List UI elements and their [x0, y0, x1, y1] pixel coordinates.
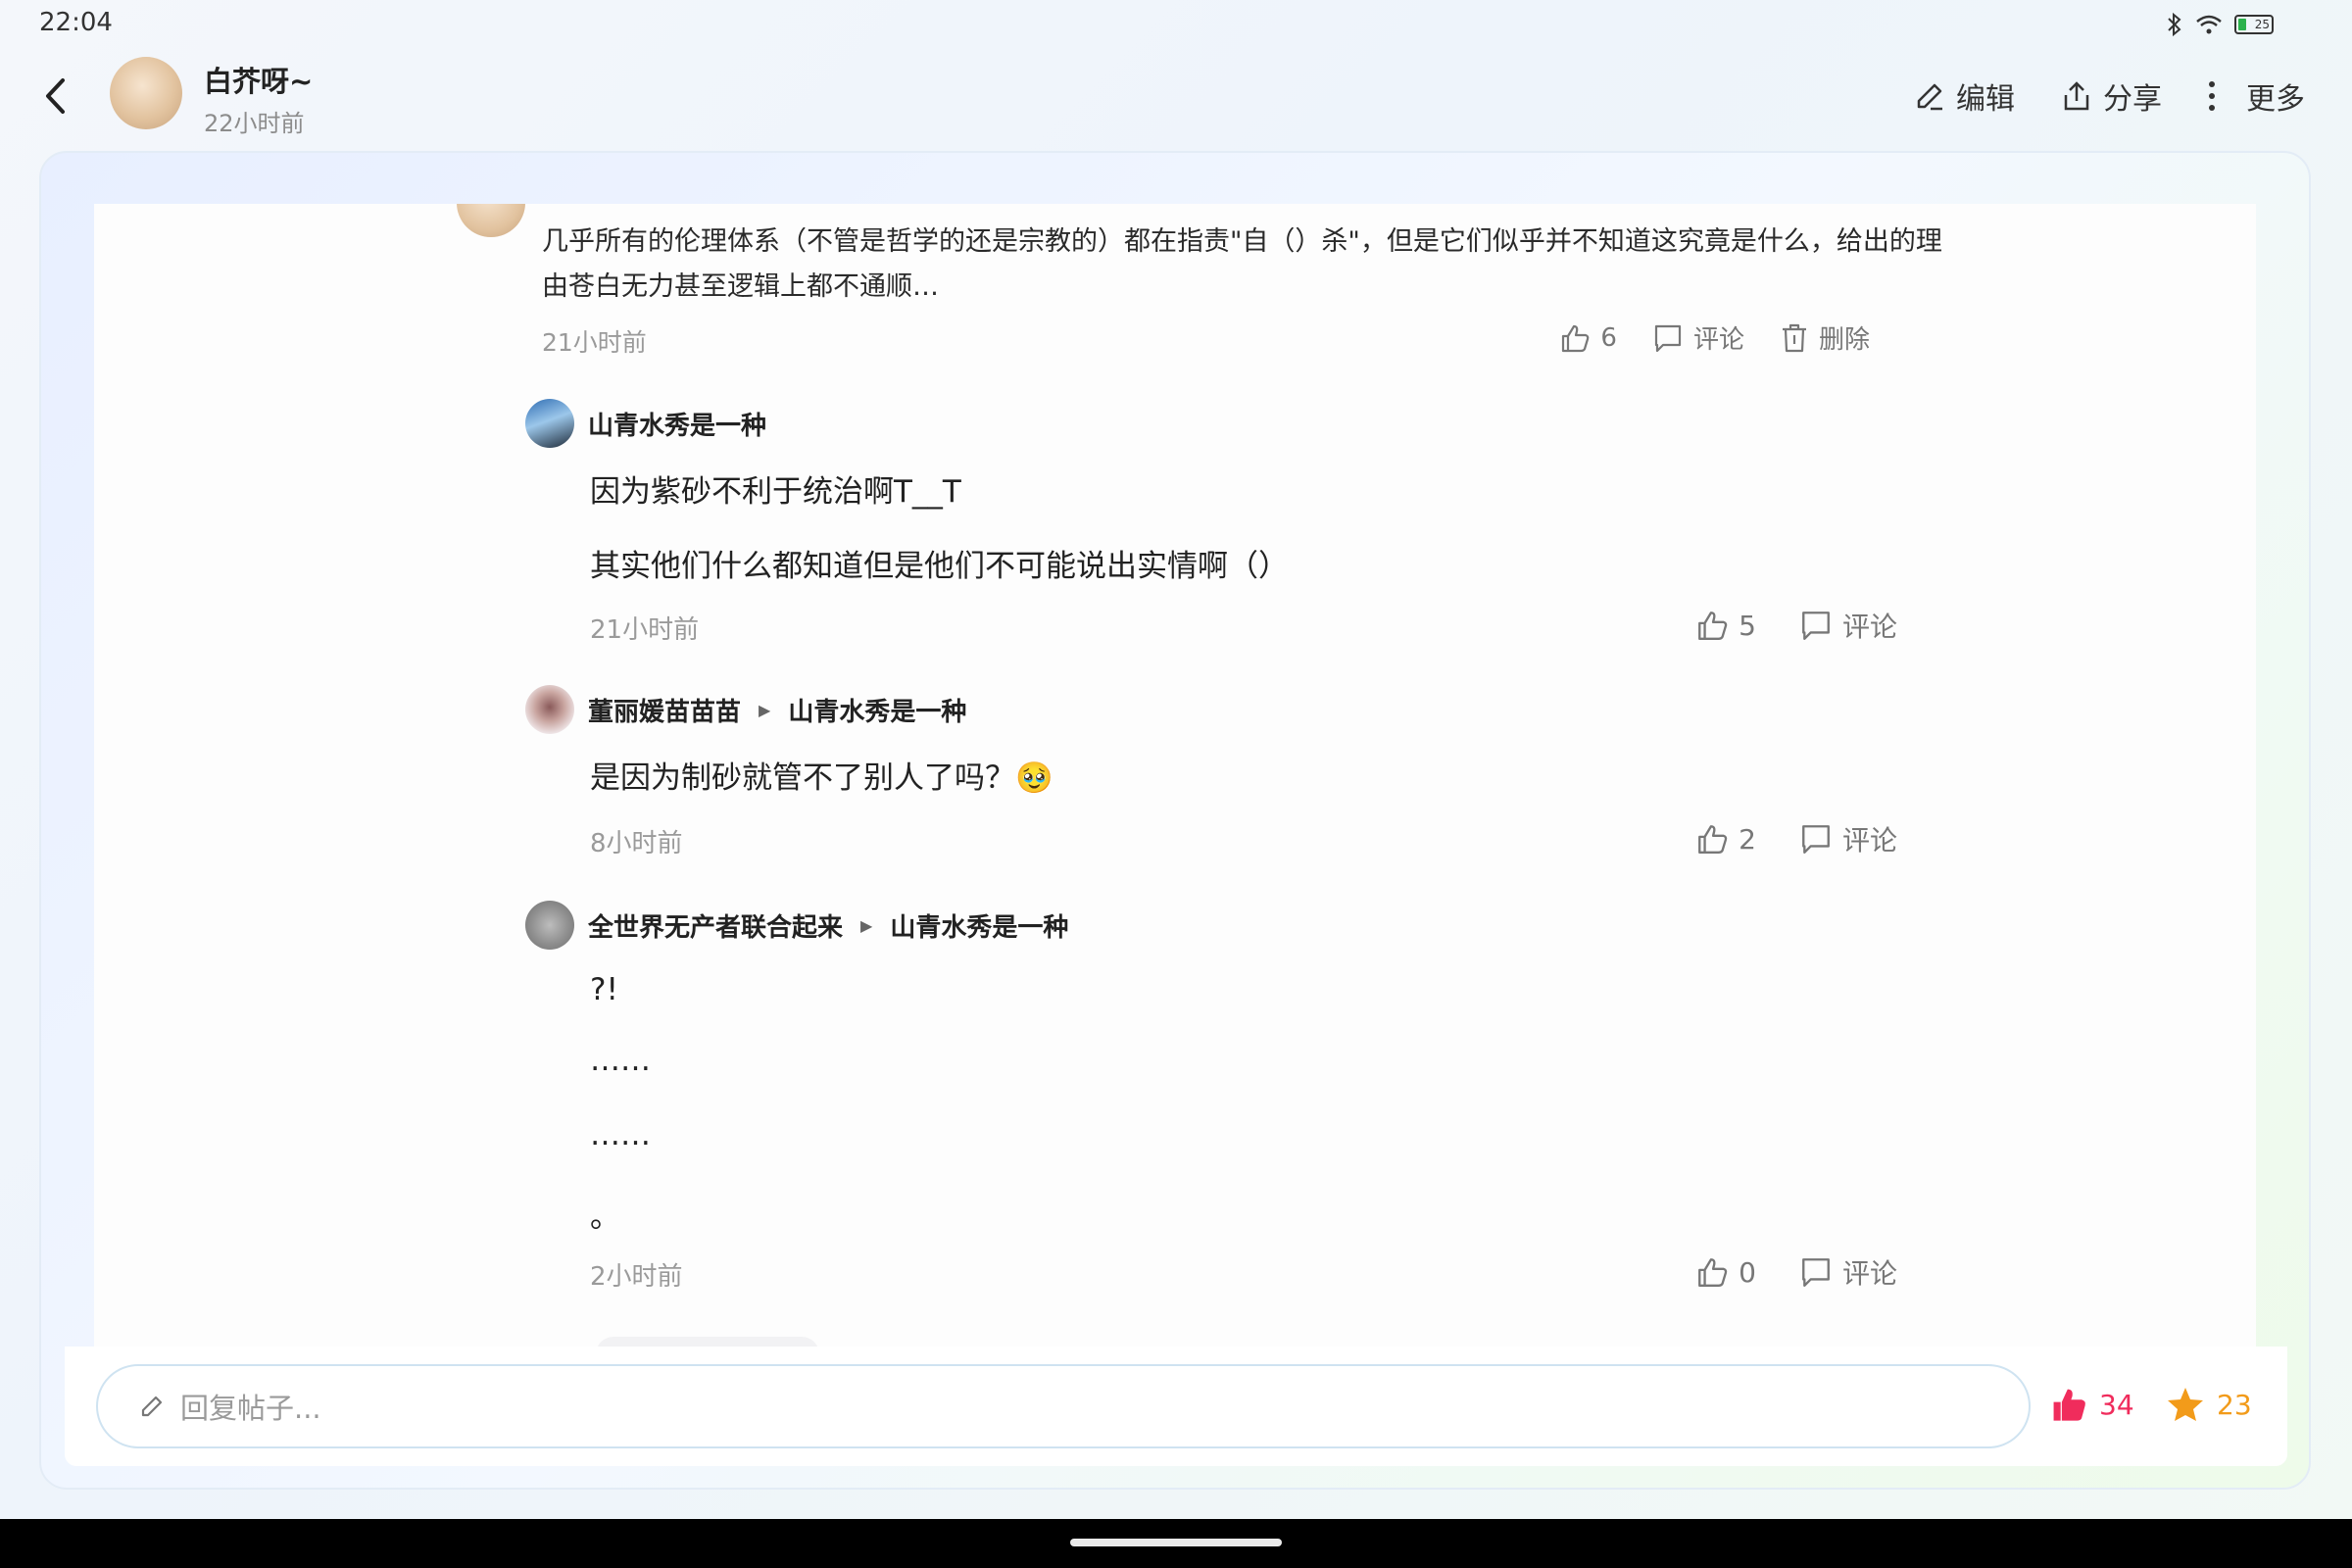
- author-avatar[interactable]: [110, 57, 182, 129]
- reply-comment-label: 评论: [1841, 611, 1897, 643]
- reply-like-button[interactable]: 0: [1695, 1255, 1756, 1289]
- comment-card: 几乎所有的伦理体系（不管是哲学的还是宗教的）都在指责"自（）杀"，但是它们似乎并…: [94, 204, 2256, 1348]
- reply-text: 。: [590, 1200, 620, 1235]
- reply-item: 山青水秀是一种 因为紫砂不利于统治啊T__T 其实他们什么都知道但是他们不可能说…: [525, 398, 1995, 645]
- reply-text: ……: [590, 1043, 651, 1078]
- status-time: 22:04: [39, 8, 113, 37]
- reply-text: 因为紫砂不利于统治啊T__T: [590, 474, 961, 510]
- reply-like-count: 5: [1739, 609, 1756, 642]
- bluetooth-icon: [2168, 12, 2181, 37]
- reply-comment-button[interactable]: 评论: [1799, 819, 1897, 858]
- reply-to-arrow-icon: ▶: [860, 915, 873, 935]
- reply-like-count: 2: [1739, 822, 1756, 856]
- reply-actions: 2 评论: [1695, 819, 1897, 858]
- reply-comment-label: 评论: [1841, 824, 1897, 857]
- back-icon: [46, 78, 65, 114]
- post-actions: 6 评论 删除: [1559, 319, 1870, 356]
- comment-icon: [1654, 324, 1682, 352]
- comment-icon: [1802, 612, 1830, 640]
- delete-icon: [1782, 323, 1806, 352]
- thumb-up-icon: [2053, 1389, 2085, 1421]
- battery-icon: 25: [2234, 15, 2274, 34]
- reply-avatar[interactable]: [525, 399, 574, 448]
- more-button[interactable]: 更多: [2207, 74, 2305, 118]
- thumb-up-icon: [1698, 825, 1728, 854]
- reply-time: 21小时前: [590, 615, 700, 645]
- reply-time: 2小时前: [590, 1262, 683, 1292]
- reply-like-button[interactable]: 2: [1695, 822, 1756, 856]
- back-button[interactable]: [35, 69, 74, 123]
- post-delete-button[interactable]: 删除: [1780, 319, 1870, 356]
- reply-to-arrow-icon: ▶: [759, 700, 771, 719]
- reply-text: 其实他们什么都知道但是他们不可能说出实情啊（）: [590, 549, 1289, 584]
- share-label: 分享: [2103, 82, 2162, 117]
- post-timestamp: 22小时前: [204, 110, 305, 137]
- post-comment-label: 评论: [1692, 325, 1744, 355]
- reply-avatar[interactable]: [525, 685, 574, 734]
- reply-item: 董丽媛苗苗苗 ▶ 山青水秀是一种 是因为制砂就管不了别人了吗？🥹 8小时前 2 …: [525, 684, 1995, 880]
- comment-icon: [1802, 825, 1830, 854]
- like-total: 34: [2099, 1388, 2134, 1421]
- reply-placeholder: 回复帖子...: [180, 1392, 321, 1425]
- header-actions: 编辑 分享 更多: [1913, 74, 2305, 118]
- reply-author[interactable]: 董丽媛苗苗苗: [588, 692, 741, 728]
- reply-like-count: 0: [1739, 1255, 1756, 1289]
- post-header: 白芥呀~ 22小时前 编辑 分享 更多: [0, 49, 2352, 147]
- reply-bar: 回复帖子... 34 23: [65, 1347, 2287, 1466]
- reply-to-user[interactable]: 山青水秀是一种: [890, 907, 1068, 944]
- reply-text: ?!: [590, 972, 618, 1007]
- reply-comment-button[interactable]: 评论: [1799, 606, 1897, 645]
- reply-input[interactable]: 回复帖子...: [96, 1364, 2031, 1448]
- post-author-avatar[interactable]: [457, 204, 525, 237]
- status-bar: 22:04 25: [0, 0, 2352, 49]
- share-icon: [2064, 81, 2089, 111]
- author-name[interactable]: 白芥呀~: [204, 59, 313, 100]
- post-time: 21小时前: [542, 328, 647, 357]
- reply-like-button[interactable]: 5: [1695, 609, 1756, 642]
- star-icon: [2168, 1388, 2203, 1421]
- post-body: 几乎所有的伦理体系（不管是哲学的还是宗教的）都在指责"自（）杀"，但是它们似乎并…: [542, 226, 1942, 302]
- reply-actions: 0 评论: [1695, 1252, 1897, 1292]
- thumb-up-icon: [1562, 324, 1590, 352]
- system-nav-bar: [0, 1519, 2352, 1568]
- reply-avatar[interactable]: [525, 901, 574, 950]
- reply-to-user[interactable]: 山青水秀是一种: [788, 692, 966, 728]
- edit-label: 编辑: [1956, 82, 2015, 117]
- post-like-button[interactable]: 6: [1559, 322, 1617, 354]
- pencil-icon: [141, 1396, 163, 1417]
- home-gesture-handle[interactable]: [1070, 1539, 1282, 1546]
- share-button[interactable]: 分享: [2060, 74, 2162, 118]
- status-icons: 25: [2166, 12, 2274, 37]
- comment-icon: [1802, 1258, 1830, 1287]
- reply-actions: 5 评论: [1695, 606, 1897, 645]
- edit-icon: [1917, 83, 1942, 111]
- reply-text: 是因为制砂就管不了别人了吗？🥹: [590, 760, 1054, 796]
- reply-comment-label: 评论: [1841, 1257, 1897, 1290]
- edit-button[interactable]: 编辑: [1913, 74, 2015, 118]
- wifi-icon: [2196, 15, 2222, 34]
- more-icon: [2209, 81, 2215, 111]
- post-like-count: 6: [1600, 322, 1617, 353]
- post-like-total-button[interactable]: 34: [2050, 1386, 2134, 1423]
- post-comment-button[interactable]: 评论: [1652, 319, 1744, 356]
- reply-comment-button[interactable]: 评论: [1799, 1252, 1897, 1292]
- favorite-total: 23: [2217, 1388, 2252, 1421]
- reply-time: 8小时前: [590, 829, 683, 858]
- reply-text: ……: [590, 1117, 651, 1152]
- reply-item: 全世界无产者联合起来 ▶ 山青水秀是一种 ?! …… …… 。 2小时前 0 评…: [525, 900, 1995, 1331]
- post-delete-label: 删除: [1818, 325, 1870, 355]
- battery-level: 25: [2254, 18, 2270, 31]
- more-label: 更多: [2246, 82, 2305, 117]
- thumb-up-icon: [1698, 612, 1728, 640]
- reply-author[interactable]: 全世界无产者联合起来: [588, 907, 843, 944]
- thumb-up-icon: [1698, 1258, 1728, 1287]
- reply-author[interactable]: 山青水秀是一种: [588, 406, 766, 442]
- favorite-button[interactable]: 23: [2166, 1386, 2252, 1423]
